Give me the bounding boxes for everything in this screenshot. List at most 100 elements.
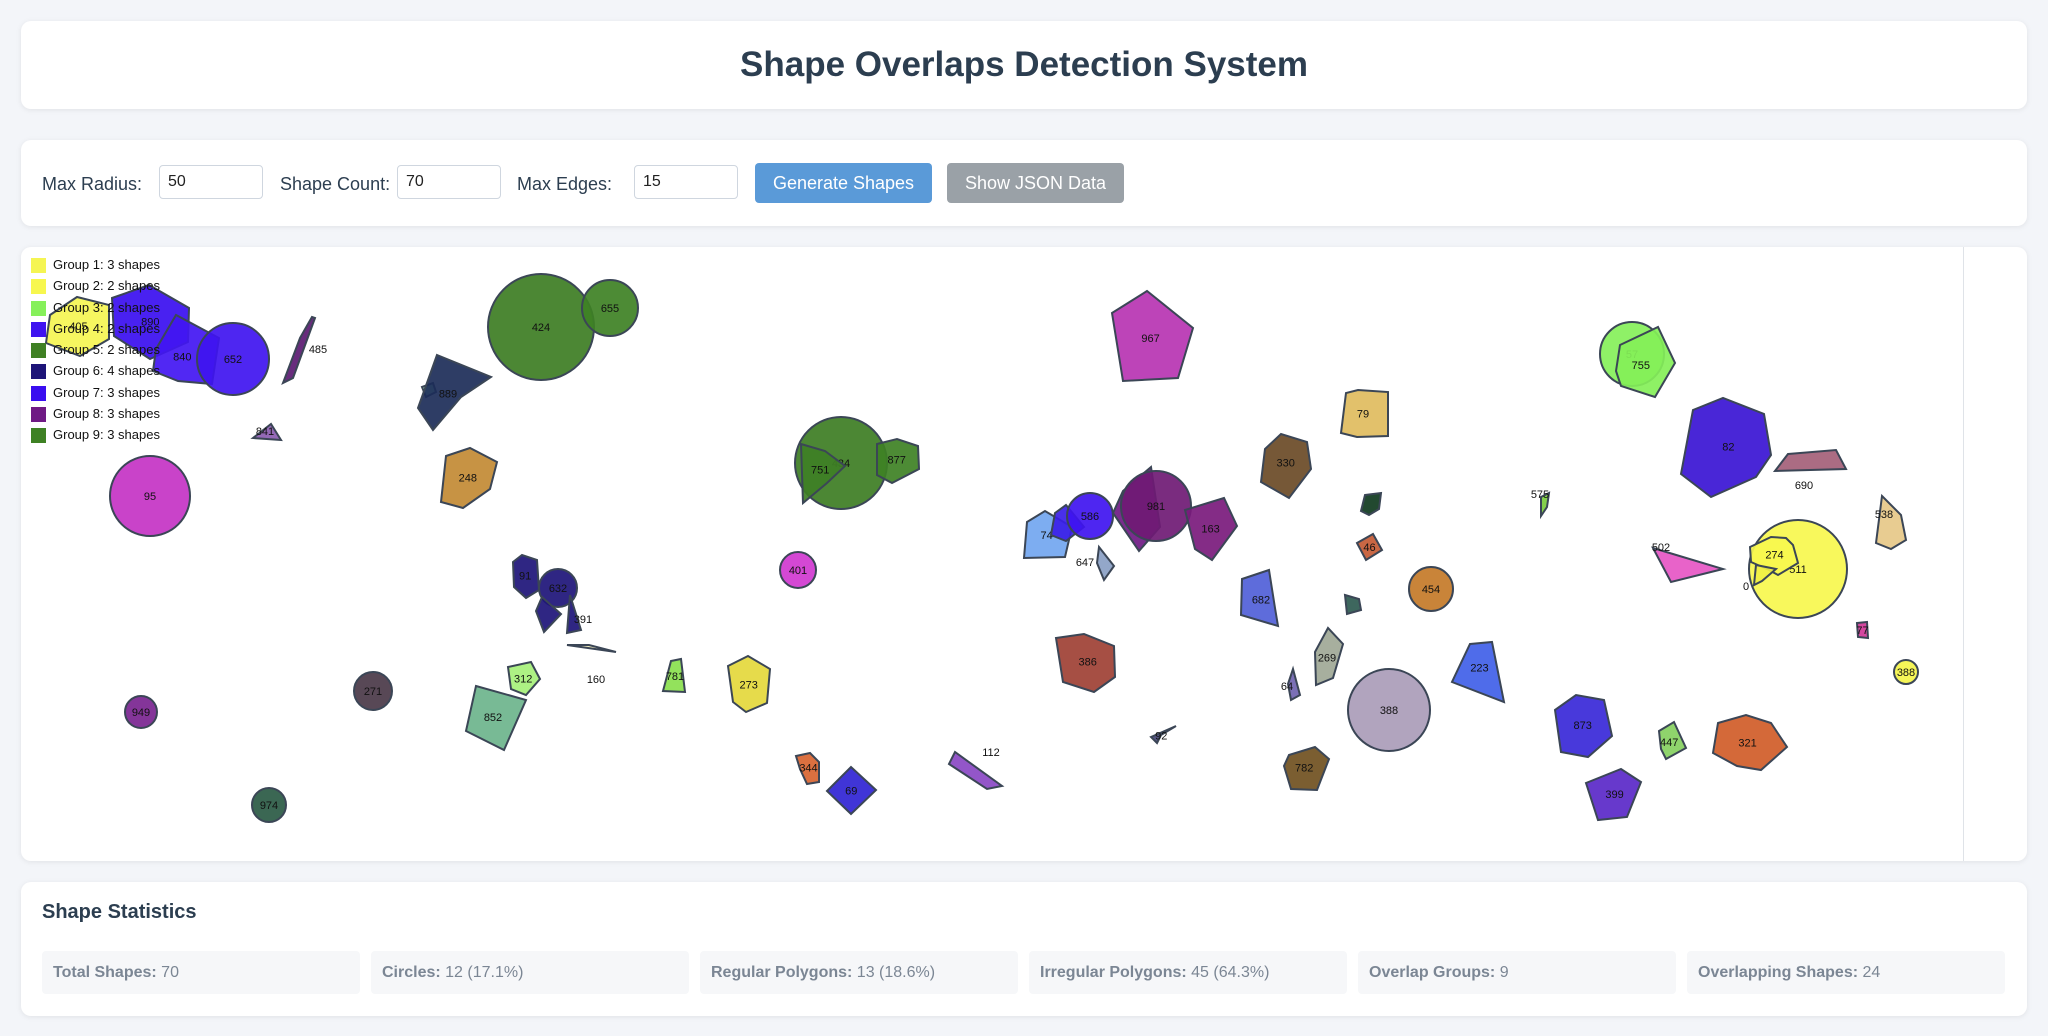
shape-label: 974 bbox=[260, 800, 278, 812]
legend-label: Group 4: 2 shapes bbox=[53, 320, 160, 336]
stat-label: Circles: bbox=[382, 964, 441, 981]
controls-panel: Max Radius: Shape Count: Max Edges: Gene… bbox=[21, 140, 2027, 226]
legend-swatch bbox=[31, 321, 46, 337]
shape-label: 841 bbox=[256, 426, 274, 438]
max-edges-input[interactable] bbox=[634, 165, 738, 199]
stat-item: Regular Polygons: 13 (18.6%) bbox=[700, 951, 1018, 994]
shape-label: 690 bbox=[1795, 480, 1813, 492]
legend-label: Group 2: 2 shapes bbox=[53, 278, 160, 294]
shape-label: 967 bbox=[1141, 333, 1159, 345]
shape-label: 751 bbox=[811, 464, 829, 476]
shape-label: 82 bbox=[1722, 441, 1734, 453]
shape-label: 388 bbox=[1897, 667, 1915, 679]
shape-label: 223 bbox=[1470, 663, 1488, 675]
shape-label: 755 bbox=[1632, 360, 1650, 372]
stat-value: 24 bbox=[1858, 964, 1881, 981]
shape-label: 632 bbox=[549, 583, 567, 595]
shape-label: 575 bbox=[1531, 489, 1549, 501]
stat-label: Irregular Polygons: bbox=[1040, 964, 1187, 981]
legend-swatch bbox=[31, 258, 46, 273]
legend-swatch bbox=[31, 279, 46, 295]
shape-label: 330 bbox=[1276, 457, 1294, 469]
shape-label: 91 bbox=[519, 570, 531, 582]
shape-label: 391 bbox=[574, 614, 592, 626]
legend-swatch bbox=[31, 428, 46, 444]
shape-label: 877 bbox=[887, 454, 905, 466]
shape-label: 388 bbox=[1380, 705, 1398, 717]
canvas-divider bbox=[1963, 247, 1964, 861]
shape-label: 95 bbox=[144, 491, 156, 503]
shape-label: 840 bbox=[173, 351, 191, 363]
max-radius-input[interactable] bbox=[159, 165, 263, 199]
legend-label: Group 8: 3 shapes bbox=[53, 406, 160, 422]
stat-value: 13 (18.6%) bbox=[852, 964, 936, 981]
shape-label: 586 bbox=[1081, 511, 1099, 523]
stat-item: Overlap Groups: 9 bbox=[1358, 951, 1676, 994]
shape-label: 424 bbox=[532, 322, 550, 334]
polygon-shape[interactable] bbox=[566, 644, 617, 653]
polygon-shape[interactable] bbox=[1772, 448, 1848, 473]
legend-label: Group 7: 3 shapes bbox=[53, 384, 160, 400]
shape-label: 64 bbox=[1281, 681, 1293, 693]
shape-label: 0 bbox=[1743, 581, 1749, 593]
stat-value: 9 bbox=[1495, 964, 1509, 981]
shape-label: 271 bbox=[364, 686, 382, 698]
stat-item: Overlapping Shapes: 24 bbox=[1687, 951, 2005, 994]
show-json-button[interactable]: Show JSON Data bbox=[947, 163, 1124, 203]
stat-label: Overlap Groups: bbox=[1369, 964, 1496, 981]
shape-label: 647 bbox=[1076, 557, 1094, 569]
shape-label: 321 bbox=[1738, 737, 1756, 749]
shape-label: 401 bbox=[789, 565, 807, 577]
shape-label: 248 bbox=[459, 473, 477, 485]
page-title: Shape Overlaps Detection System bbox=[740, 45, 1308, 84]
shape-count-label: Shape Count: bbox=[280, 174, 391, 194]
polygon-shape[interactable] bbox=[1359, 491, 1383, 517]
shape-count-input[interactable] bbox=[397, 165, 501, 199]
shapes-canvas[interactable]: 4246559674058908406524858892488419543475… bbox=[21, 247, 2027, 861]
generate-shapes-button[interactable]: Generate Shapes bbox=[755, 163, 932, 203]
shape-label: 312 bbox=[514, 673, 532, 685]
stat-value: 70 bbox=[156, 964, 179, 981]
stat-label: Total Shapes: bbox=[53, 964, 157, 981]
polygon-shape[interactable] bbox=[1095, 544, 1116, 583]
shape-label: 112 bbox=[982, 747, 1000, 759]
shape-label: 454 bbox=[1422, 584, 1440, 596]
shape-label: 69 bbox=[845, 786, 857, 798]
shape-label: 852 bbox=[484, 712, 502, 724]
legend-label: Group 3: 2 shapes bbox=[53, 299, 160, 315]
shape-label: 538 bbox=[1875, 509, 1893, 521]
shape-label: 92 bbox=[1155, 730, 1167, 742]
legend-label: Group 1: 3 shapes bbox=[53, 257, 160, 272]
shape-label: 652 bbox=[224, 354, 242, 366]
polygon-shape[interactable] bbox=[1874, 493, 1908, 551]
stat-label: Overlapping Shapes: bbox=[1698, 964, 1859, 981]
legend-swatch bbox=[31, 300, 46, 316]
max-radius-label: Max Radius: bbox=[42, 174, 143, 194]
shape-label: 77 bbox=[1856, 625, 1868, 637]
shape-label: 655 bbox=[601, 303, 619, 315]
shape-label: 981 bbox=[1147, 501, 1165, 513]
shape-label: 163 bbox=[1201, 524, 1219, 536]
legend-label: Group 6: 4 shapes bbox=[53, 363, 160, 379]
stat-label: Regular Polygons: bbox=[711, 964, 853, 981]
stat-item: Circles: 12 (17.1%) bbox=[371, 951, 689, 994]
legend-swatch bbox=[31, 343, 46, 359]
shape-label: 447 bbox=[1660, 737, 1678, 749]
shape-label: 160 bbox=[587, 674, 605, 686]
shape-label: 79 bbox=[1357, 409, 1369, 421]
legend-label: Group 9: 3 shapes bbox=[53, 427, 160, 443]
stat-value: 12 (17.1%) bbox=[440, 964, 524, 981]
shape-label: 386 bbox=[1078, 657, 1096, 669]
legend-label: Group 5: 2 shapes bbox=[53, 342, 160, 358]
legend-swatch bbox=[31, 364, 46, 380]
shape-label: 949 bbox=[132, 707, 150, 719]
shape-label: 46 bbox=[1363, 542, 1375, 554]
shape-label: 399 bbox=[1605, 789, 1623, 801]
stat-value: 45 (64.3%) bbox=[1186, 964, 1270, 981]
shape-label: 485 bbox=[309, 344, 327, 356]
statistics-heading: Shape Statistics bbox=[42, 901, 197, 923]
polygon-shape[interactable] bbox=[1343, 593, 1363, 616]
legend-swatch bbox=[31, 407, 46, 423]
shape-label: 782 bbox=[1295, 763, 1313, 775]
max-edges-label: Max Edges: bbox=[517, 174, 613, 194]
